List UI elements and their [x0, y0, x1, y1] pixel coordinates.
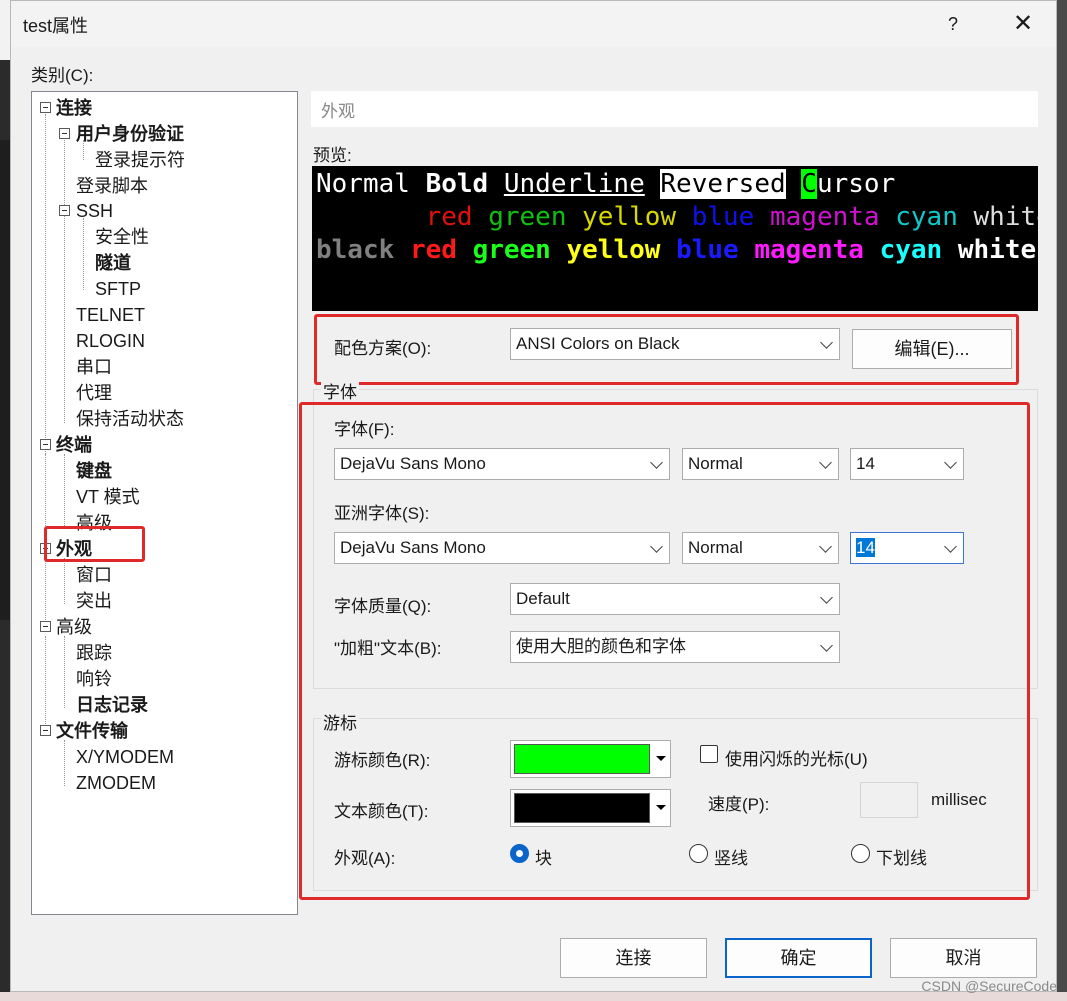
- tree-item-tunnel[interactable]: 隧道: [95, 250, 131, 276]
- category-label: 类别(C):: [31, 66, 94, 85]
- chevron-down-icon: [650, 456, 663, 469]
- tree-item-appearance[interactable]: 外观: [56, 536, 92, 562]
- help-button[interactable]: ?: [939, 11, 967, 39]
- tree-item-rlogin[interactable]: RLOGIN: [76, 328, 145, 354]
- tree-item-login-script[interactable]: 登录脚本: [76, 173, 148, 199]
- speed-unit: millisec: [931, 790, 987, 809]
- font-select[interactable]: DejaVu Sans Mono: [334, 448, 670, 480]
- tree-item-ssh[interactable]: SSH: [76, 198, 113, 224]
- chevron-down-icon: [650, 540, 663, 553]
- dropdown-arrow-icon: [656, 805, 666, 810]
- asian-font-style-select[interactable]: Normal: [682, 532, 839, 564]
- preview-label: 预览:: [313, 146, 352, 165]
- close-button[interactable]: ✕: [1008, 7, 1038, 41]
- tree-item-auth[interactable]: 用户身份验证: [76, 121, 184, 147]
- category-tree[interactable]: 连接 用户身份验证 登录提示符 登录脚本 SSH 安全性 隧道 SFTP TEL…: [31, 91, 298, 915]
- expand-toggle-icon[interactable]: [40, 439, 51, 450]
- asian-font-label: 亚洲字体(S):: [334, 504, 430, 523]
- radio-block-label[interactable]: 块: [535, 844, 552, 869]
- cursor-color-label: 游标颜色(R):: [334, 751, 431, 770]
- text-color-picker[interactable]: [510, 789, 671, 827]
- chevron-down-icon: [820, 591, 833, 604]
- tree-item-xymodem[interactable]: X/YMODEM: [76, 744, 174, 770]
- tree-item-highlight[interactable]: 突出: [76, 588, 112, 614]
- tree-item-file-transfer[interactable]: 文件传输: [56, 718, 128, 744]
- watermark: CSDN @SecureCode: [921, 978, 1057, 994]
- tree-item-keyboard[interactable]: 键盘: [76, 458, 112, 484]
- radio-block[interactable]: [510, 844, 529, 863]
- tree-item-terminal-advanced[interactable]: 高级: [76, 510, 112, 536]
- tree-item-terminal[interactable]: 终端: [56, 432, 92, 458]
- connect-button[interactable]: 连接: [560, 938, 707, 978]
- radio-vertical-line[interactable]: [689, 844, 708, 863]
- tree-item-proxy[interactable]: 代理: [76, 380, 112, 406]
- cancel-button[interactable]: 取消: [890, 938, 1037, 978]
- ok-button[interactable]: 确定: [725, 938, 872, 978]
- text-color-swatch: [514, 793, 650, 823]
- tree-item-trace[interactable]: 跟踪: [76, 640, 112, 666]
- dropdown-arrow-icon: [656, 756, 666, 761]
- radio-vertical-line-label[interactable]: 竖线: [714, 844, 748, 869]
- radio-underline-label[interactable]: 下划线: [876, 844, 927, 869]
- cursor-group-title: 游标: [321, 709, 359, 734]
- tree-item-security[interactable]: 安全性: [95, 224, 149, 250]
- text-color-label: 文本颜色(T):: [334, 802, 429, 821]
- expand-toggle-icon[interactable]: [40, 621, 51, 632]
- tree-item-login-prompt[interactable]: 登录提示符: [95, 147, 185, 173]
- radio-underline[interactable]: [851, 844, 870, 863]
- font-size-select[interactable]: 14: [850, 448, 964, 480]
- font-group-title: 字体: [321, 378, 359, 403]
- tree-item-telnet[interactable]: TELNET: [76, 302, 145, 328]
- font-style-select[interactable]: Normal: [682, 448, 839, 480]
- expand-toggle-icon[interactable]: [40, 543, 51, 554]
- blink-cursor-label[interactable]: 使用闪烁的光标(U): [725, 745, 868, 770]
- expand-toggle-icon[interactable]: [59, 205, 70, 216]
- speed-input: [860, 782, 918, 818]
- asian-font-select[interactable]: DejaVu Sans Mono: [334, 532, 670, 564]
- section-title: 外观: [311, 91, 1038, 127]
- tree-item-vt-mode[interactable]: VT 模式: [76, 484, 140, 510]
- background-taskbar: [0, 992, 1067, 1001]
- chevron-down-icon: [820, 336, 833, 349]
- font-quality-label: 字体质量(Q):: [334, 597, 432, 616]
- cursor-color-picker[interactable]: [510, 740, 671, 778]
- expand-toggle-icon[interactable]: [40, 102, 51, 113]
- font-label: 字体(F):: [334, 420, 395, 439]
- chevron-down-icon: [944, 456, 957, 469]
- tree-item-window[interactable]: 窗口: [76, 562, 112, 588]
- tree-item-connection[interactable]: 连接: [56, 95, 92, 121]
- tree-item-keepalive[interactable]: 保持活动状态: [76, 406, 184, 432]
- blink-cursor-checkbox[interactable]: [700, 745, 718, 763]
- tree-item-sftp[interactable]: SFTP: [95, 276, 141, 302]
- tree-item-bell[interactable]: 响铃: [76, 666, 112, 692]
- title-bar: test属性 ? ✕: [11, 1, 1056, 47]
- speed-label: 速度(P):: [708, 795, 770, 814]
- chevron-down-icon: [944, 540, 957, 553]
- properties-dialog: test属性 ? ✕ 类别(C): 连接 用户身份验证 登录提示符 登录脚本 S…: [10, 0, 1057, 992]
- tree-item-serial[interactable]: 串口: [76, 354, 112, 380]
- cursor-color-swatch: [514, 744, 650, 774]
- edit-scheme-button[interactable]: 编辑(E)...: [852, 329, 1012, 369]
- scheme-label: 配色方案(O):: [334, 339, 432, 358]
- chevron-down-icon: [819, 456, 832, 469]
- chevron-down-icon: [820, 639, 833, 652]
- preview-panel: Normal Bold Underline Reversed Cursor re…: [312, 166, 1038, 311]
- bold-text-select[interactable]: 使用大胆的颜色和字体: [510, 631, 840, 663]
- expand-toggle-icon[interactable]: [59, 128, 70, 139]
- font-quality-select[interactable]: Default: [510, 583, 840, 615]
- scheme-select[interactable]: ANSI Colors on Black: [510, 328, 840, 360]
- chevron-down-icon: [819, 540, 832, 553]
- expand-toggle-icon[interactable]: [40, 725, 51, 736]
- tree-item-advanced[interactable]: 高级: [56, 614, 92, 640]
- cursor-appearance-label: 外观(A):: [334, 849, 396, 868]
- window-title: test属性: [23, 16, 89, 36]
- tree-item-logging[interactable]: 日志记录: [76, 692, 148, 718]
- bold-text-label: "加粗"文本(B):: [334, 639, 442, 658]
- tree-item-zmodem[interactable]: ZMODEM: [76, 770, 156, 796]
- asian-font-size-select[interactable]: 14: [850, 532, 964, 564]
